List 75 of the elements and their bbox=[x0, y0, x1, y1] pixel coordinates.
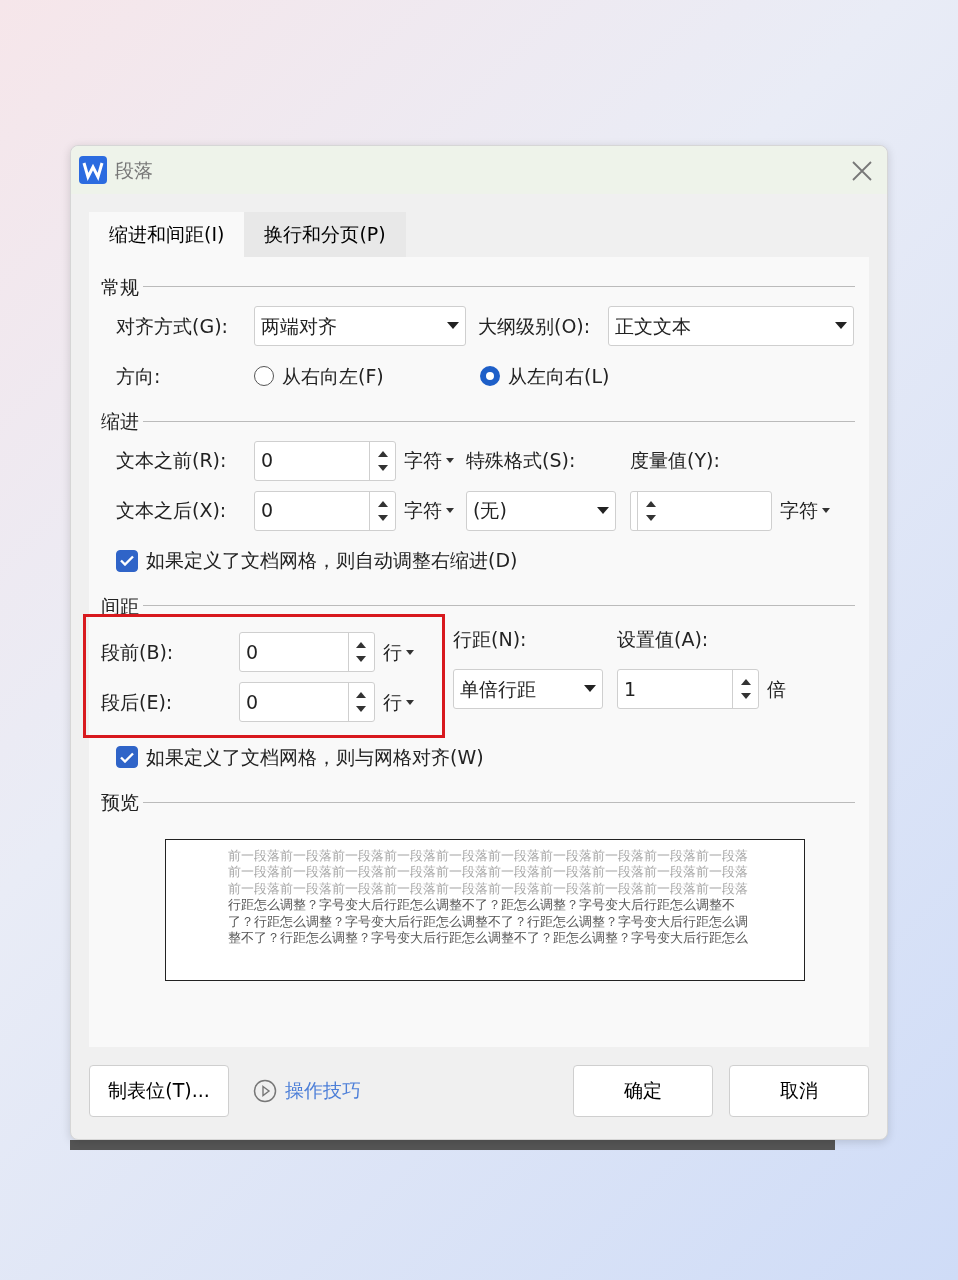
up-arrow-icon bbox=[356, 642, 367, 648]
close-icon bbox=[851, 159, 873, 182]
dropdown-arrow-icon bbox=[584, 685, 596, 693]
radio-button[interactable] bbox=[254, 366, 274, 386]
section-heading: 常规 bbox=[101, 274, 139, 300]
section-heading: 缩进 bbox=[101, 409, 139, 434]
down-arrow-icon bbox=[356, 656, 367, 662]
up-arrow-icon bbox=[645, 500, 656, 507]
field-label: 文本之后(X): bbox=[116, 498, 228, 524]
field-label: 对齐方式(G): bbox=[116, 313, 229, 339]
app-logo-icon bbox=[79, 156, 107, 184]
number-field[interactable]: 0 bbox=[254, 490, 396, 531]
down-arrow-icon bbox=[356, 706, 367, 712]
down-arrow-icon bbox=[377, 464, 388, 471]
field-label: 行距(N): bbox=[453, 626, 528, 652]
field-label: 设置值(A): bbox=[617, 626, 709, 652]
tab[interactable]: 换行和分页(P) bbox=[244, 212, 406, 257]
field-label: 大纲级别(O): bbox=[478, 313, 592, 339]
unit-label: 倍 bbox=[766, 676, 787, 702]
field-label: 度量值(Y): bbox=[630, 448, 720, 474]
field-label: 方向: bbox=[116, 363, 162, 389]
tips-link[interactable]: 操作技巧 bbox=[253, 1076, 361, 1105]
down-arrow-icon bbox=[377, 514, 388, 521]
field-label: 文本之前(R): bbox=[116, 448, 228, 474]
dropdown[interactable]: 单倍行距 bbox=[453, 669, 603, 709]
checkmark-icon bbox=[120, 751, 134, 763]
caret-icon bbox=[405, 699, 414, 705]
up-arrow-icon bbox=[356, 692, 367, 698]
checkbox-label: 如果定义了文档网格，则与网格对齐(W) bbox=[146, 744, 484, 770]
number-field[interactable] bbox=[630, 490, 772, 531]
dropdown-arrow-icon bbox=[597, 506, 609, 515]
play-circle-icon bbox=[253, 1078, 277, 1103]
preview-text-line: 行距怎么调整？字号变大后行距怎么调整不了？距怎么调整？字号变大后行距怎么调整不 bbox=[228, 897, 736, 914]
number-field[interactable]: 1 bbox=[617, 669, 759, 709]
window-title: 段落 bbox=[115, 157, 153, 183]
unit-dropdown[interactable]: 字符 bbox=[772, 496, 842, 525]
field-label: 段后(E): bbox=[101, 689, 174, 715]
preview-text-line: 整不了？行距怎么调整？字号变大后行距怎么调整不了？距怎么调整？字号变大后行距怎么 bbox=[228, 930, 749, 947]
section-heading: 预览 bbox=[101, 790, 139, 815]
preview-text-line: 了？行距怎么调整？字号变大后行距怎么调整不了？行距怎么调整？字号变大后行距怎么调 bbox=[228, 913, 749, 930]
checkmark-icon bbox=[120, 555, 134, 566]
dropdown[interactable]: 两端对齐 bbox=[254, 306, 466, 346]
caret-icon bbox=[446, 508, 454, 513]
caret-icon bbox=[405, 649, 414, 655]
field-label: 段前(B): bbox=[101, 639, 175, 665]
up-arrow-icon bbox=[377, 450, 388, 457]
dropdown[interactable]: 正文文本 bbox=[608, 306, 854, 346]
unit-dropdown[interactable]: 行 bbox=[374, 637, 442, 667]
tab[interactable]: 缩进和间距(I) bbox=[89, 212, 245, 257]
tabs-button[interactable]: 制表位(T)... bbox=[89, 1064, 229, 1117]
number-field[interactable]: 0 bbox=[254, 440, 396, 481]
dropdown-arrow-icon bbox=[835, 322, 847, 330]
down-arrow-icon bbox=[645, 514, 656, 521]
unit-dropdown[interactable]: 行 bbox=[374, 687, 442, 717]
cancel-button[interactable]: 取消 bbox=[729, 1064, 869, 1117]
unit-dropdown[interactable]: 字符 bbox=[396, 496, 466, 525]
ok-button[interactable]: 确定 bbox=[573, 1064, 713, 1117]
caret-icon bbox=[822, 508, 830, 513]
dropdown-arrow-icon bbox=[447, 322, 459, 330]
number-field[interactable]: 0 bbox=[239, 682, 375, 722]
unit-dropdown[interactable]: 字符 bbox=[396, 446, 466, 475]
close-button[interactable] bbox=[851, 158, 873, 182]
checkbox[interactable] bbox=[116, 746, 138, 768]
caret-icon bbox=[446, 458, 454, 463]
dropdown[interactable]: (无) bbox=[466, 490, 616, 531]
up-arrow-icon bbox=[377, 500, 388, 507]
radio-button[interactable] bbox=[480, 366, 500, 386]
number-field[interactable]: 0 bbox=[239, 632, 375, 672]
checkbox[interactable] bbox=[116, 549, 138, 572]
radio-label: 从左向右(L) bbox=[508, 363, 610, 389]
radio-label: 从右向左(F) bbox=[282, 363, 384, 389]
checkbox-label: 如果定义了文档网格，则自动调整右缩进(D) bbox=[146, 548, 518, 574]
down-arrow-icon bbox=[740, 693, 751, 699]
field-label: 特殊格式(S): bbox=[466, 448, 577, 474]
up-arrow-icon bbox=[740, 679, 751, 685]
